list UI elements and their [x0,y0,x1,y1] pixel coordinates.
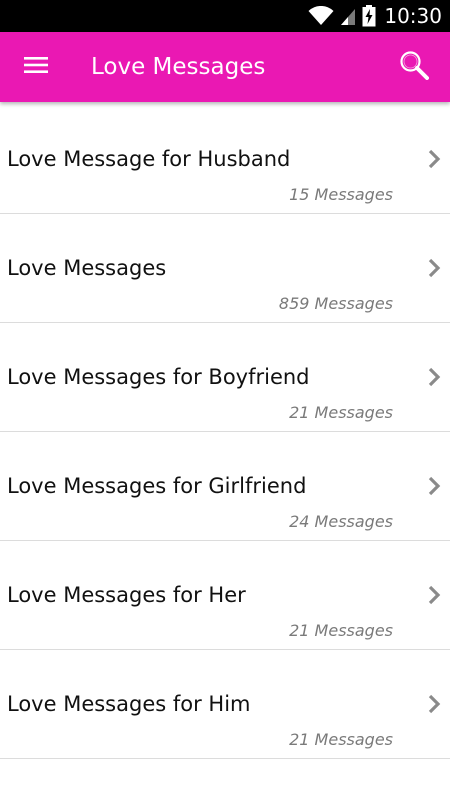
category-list: Love Message for Husband 15 Messages Lov… [0,102,450,759]
signal-icon [340,6,362,26]
list-item[interactable]: Love Messages for Girlfriend 24 Messages [0,432,450,541]
message-count: 21 Messages [289,403,393,422]
chevron-right-icon [428,367,441,387]
category-title: Love Messages for Girlfriend [7,474,307,498]
chevron-right-icon [428,149,441,169]
app-bar: Love Messages [0,32,450,102]
clock: 10:30 [384,4,442,28]
chevron-right-icon [428,694,441,714]
message-count: 21 Messages [289,730,393,749]
hamburger-menu-icon [24,56,48,78]
search-icon [399,50,429,84]
category-title: Love Message for Husband [7,147,291,171]
list-item[interactable]: Love Messages 859 Messages [0,214,450,323]
chevron-right-icon [428,476,441,496]
message-count: 21 Messages [289,621,393,640]
message-count: 24 Messages [289,512,393,531]
chevron-right-icon [428,258,441,278]
category-title: Love Messages for Boyfriend [7,365,310,389]
list-item[interactable]: Love Messages for Her 21 Messages [0,541,450,650]
page-title: Love Messages [91,54,266,80]
category-title: Love Messages [7,256,167,280]
search-button[interactable] [390,43,438,91]
category-title: Love Messages for Her [7,583,246,607]
wifi-icon [308,6,340,26]
battery-charging-icon [362,5,382,27]
chevron-right-icon [428,585,441,605]
message-count: 15 Messages [289,185,393,204]
list-item[interactable]: Love Message for Husband 15 Messages [0,102,450,214]
status-icons: 10:30 [308,0,442,32]
list-item[interactable]: Love Messages for Boyfriend 21 Messages [0,323,450,432]
status-bar: 10:30 [0,0,450,32]
list-item[interactable]: Love Messages for Him 21 Messages [0,650,450,759]
menu-button[interactable] [12,43,60,91]
category-title: Love Messages for Him [7,692,251,716]
message-count: 859 Messages [278,294,393,313]
